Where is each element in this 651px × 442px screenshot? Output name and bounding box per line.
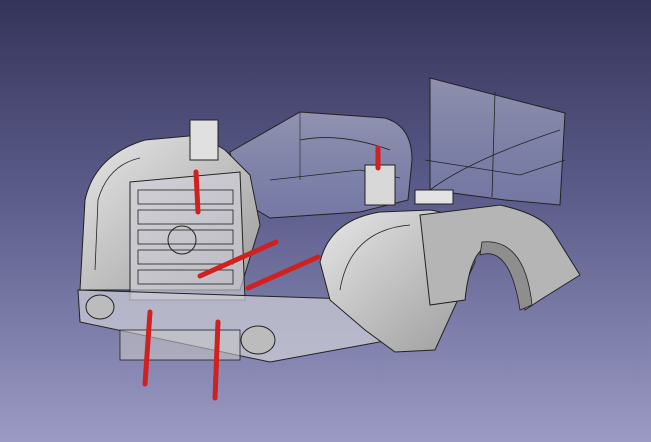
- mounting-pin: [245, 254, 321, 291]
- 3d-viewport[interactable]: [0, 0, 651, 442]
- mounting-pin: [212, 319, 221, 401]
- mounting-pin: [193, 169, 201, 215]
- rear-wall[interactable]: [424, 77, 566, 206]
- truck-cab-model[interactable]: [0, 0, 651, 442]
